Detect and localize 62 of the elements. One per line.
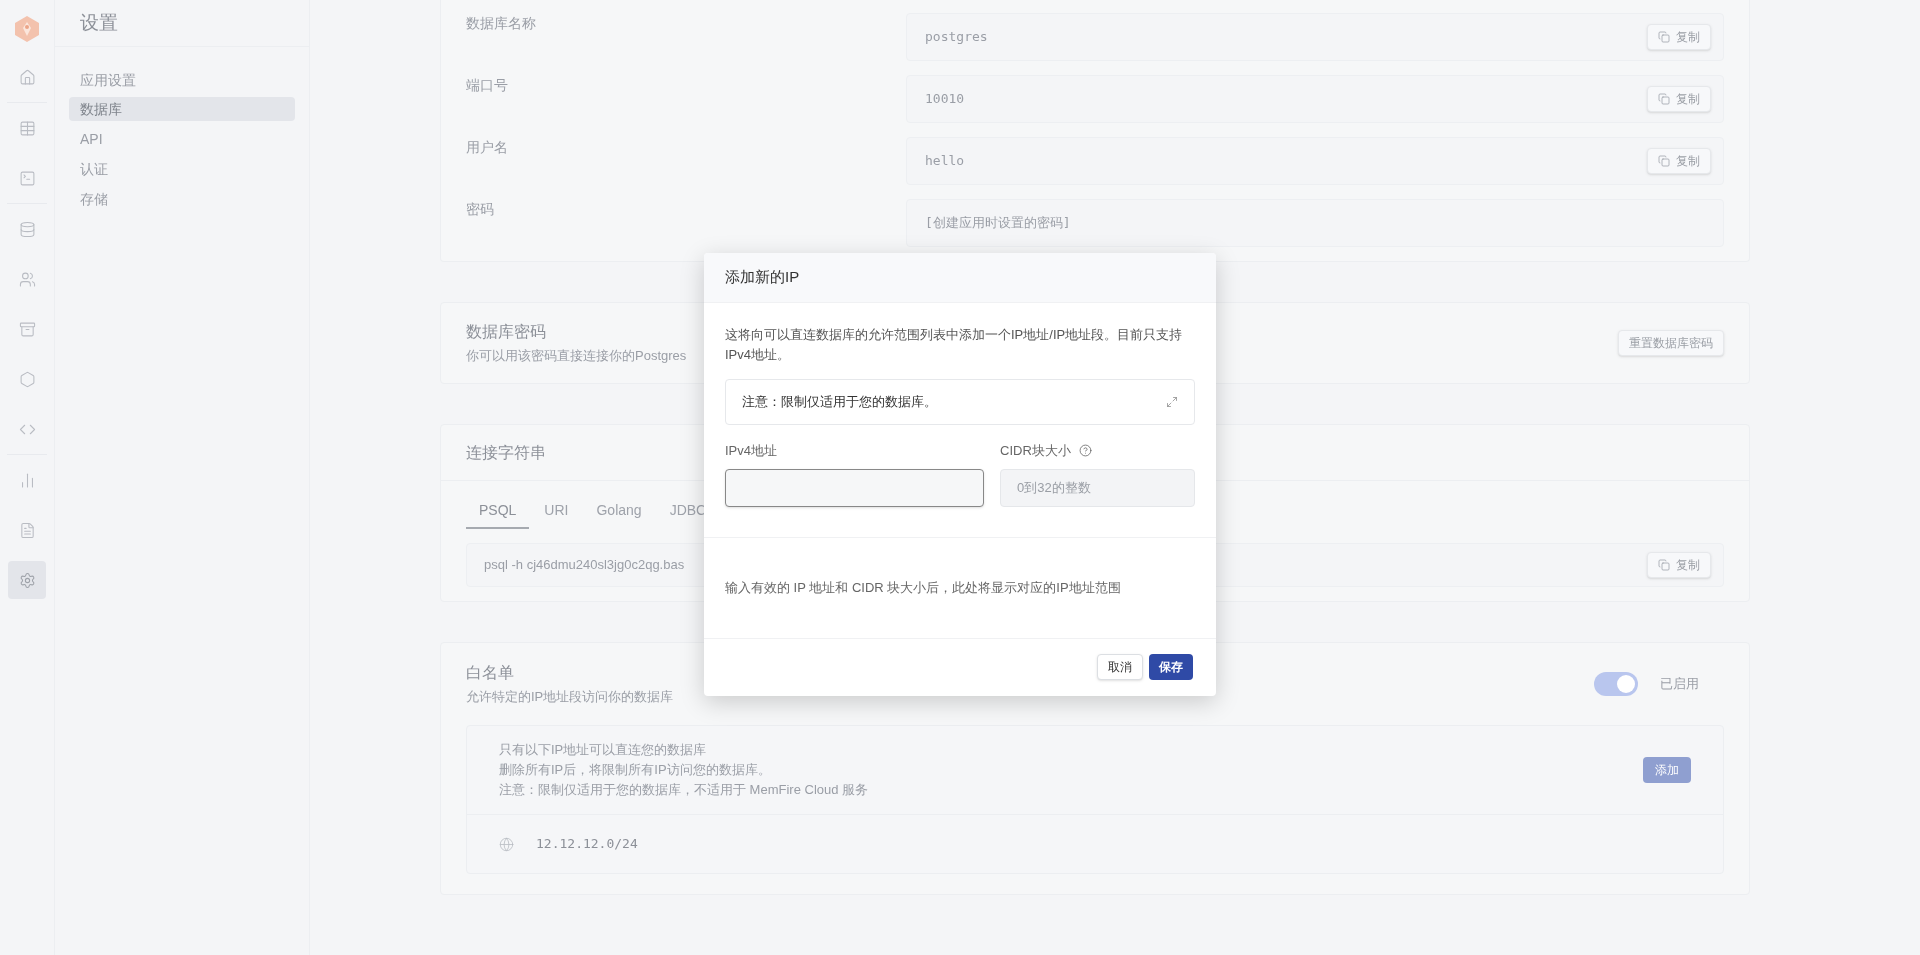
- value-field[interactable]: hello 复制: [906, 137, 1724, 185]
- section-description: 允许特定的IP地址段访问你的数据库: [466, 688, 674, 707]
- field-label: CIDR块大小: [1000, 442, 1071, 460]
- status-label: 已启用: [1660, 675, 1699, 694]
- settings-nav-item[interactable]: 数据库: [69, 97, 295, 121]
- tab[interactable]: URI: [531, 493, 582, 529]
- section-description: 你可以用该密码直接连接你的Postgres: [466, 347, 687, 366]
- tab[interactable]: PSQL: [466, 493, 530, 529]
- value-field[interactable]: [创建应用时设置的密码]: [906, 199, 1724, 247]
- toggle-switch[interactable]: [1594, 672, 1638, 696]
- value-field[interactable]: 10010 复制: [906, 75, 1724, 123]
- field-label: 密码: [466, 200, 495, 219]
- range-hint: 输入有效的 IP 地址和 CIDR 块大小后，此处将显示对应的IP地址范围: [725, 578, 1121, 597]
- settings-icon: [18, 571, 36, 589]
- settings-nav-item[interactable]: 存储: [69, 187, 295, 211]
- copy-icon: [1658, 559, 1670, 571]
- tab[interactable]: JDBC: [656, 493, 720, 529]
- ipv4-input[interactable]: [725, 468, 984, 507]
- section-title: 数据库密码: [466, 322, 546, 343]
- users-icon: [18, 270, 36, 288]
- ip-entry: 12.12.12.0/24: [536, 835, 638, 854]
- page-title: 设置: [80, 10, 118, 35]
- whitelist-note: 只有以下IP地址可以直连您的数据库: [499, 741, 707, 759]
- dialog-description: 这将向可以直连数据库的允许范围列表中添加一个IP地址/IP地址段。目前只支持IPv4地址。: [725, 326, 1184, 364]
- copy-icon: [1658, 31, 1670, 43]
- globe-icon: [499, 836, 514, 852]
- save-button[interactable]: 保存: [1149, 654, 1193, 680]
- field-label: 用户名: [466, 138, 509, 157]
- add-button[interactable]: 添加: [1643, 757, 1691, 783]
- cancel-button[interactable]: 取消: [1097, 654, 1143, 680]
- expand-icon[interactable]: [1166, 396, 1178, 408]
- field-label: IPv4地址: [725, 442, 777, 460]
- settings-nav-item[interactable]: 认证: [69, 157, 295, 181]
- copy-button[interactable]: 复制: [1647, 24, 1711, 50]
- tab[interactable]: Golang: [583, 493, 655, 529]
- field-label: 端口号: [466, 76, 509, 95]
- copy-icon: [1658, 155, 1670, 167]
- settings-nav-item[interactable]: API: [69, 127, 295, 151]
- sidebar-nav-button[interactable]: [8, 561, 46, 599]
- table-icon: [18, 119, 36, 137]
- notice-text: 注意：限制仅适用于您的数据库。: [742, 393, 937, 412]
- database-icon: [18, 220, 36, 238]
- nav-section-heading: 应用设置: [79, 71, 137, 90]
- copy-button[interactable]: 复制: [1647, 86, 1711, 112]
- document-icon: [18, 521, 36, 539]
- value-field[interactable]: postgres 复制: [906, 13, 1724, 61]
- reset-password-button[interactable]: 重置数据库密码: [1618, 330, 1724, 356]
- archive-icon: [18, 320, 36, 338]
- dialog-title: 添加新的IP: [725, 267, 800, 288]
- home-icon: [18, 68, 36, 86]
- logo-icon[interactable]: [14, 15, 40, 43]
- section-title: 连接字符串: [466, 442, 546, 463]
- copy-button[interactable]: 复制: [1647, 148, 1711, 174]
- copy-button[interactable]: 复制: [1647, 552, 1711, 578]
- whitelist-note: 注意：限制仅适用于您的数据库，不适用于 MemFire Cloud 服务: [499, 781, 869, 799]
- section-title: 白名单: [466, 663, 514, 684]
- whitelist-note: 删除所有IP后，将限制所有IP访问您的数据库。: [499, 761, 771, 779]
- terminal-icon: [18, 169, 36, 187]
- copy-icon: [1658, 93, 1670, 105]
- help-icon[interactable]: [1078, 444, 1092, 458]
- hexagon-icon: [18, 370, 36, 388]
- field-label: 数据库名称: [466, 14, 537, 33]
